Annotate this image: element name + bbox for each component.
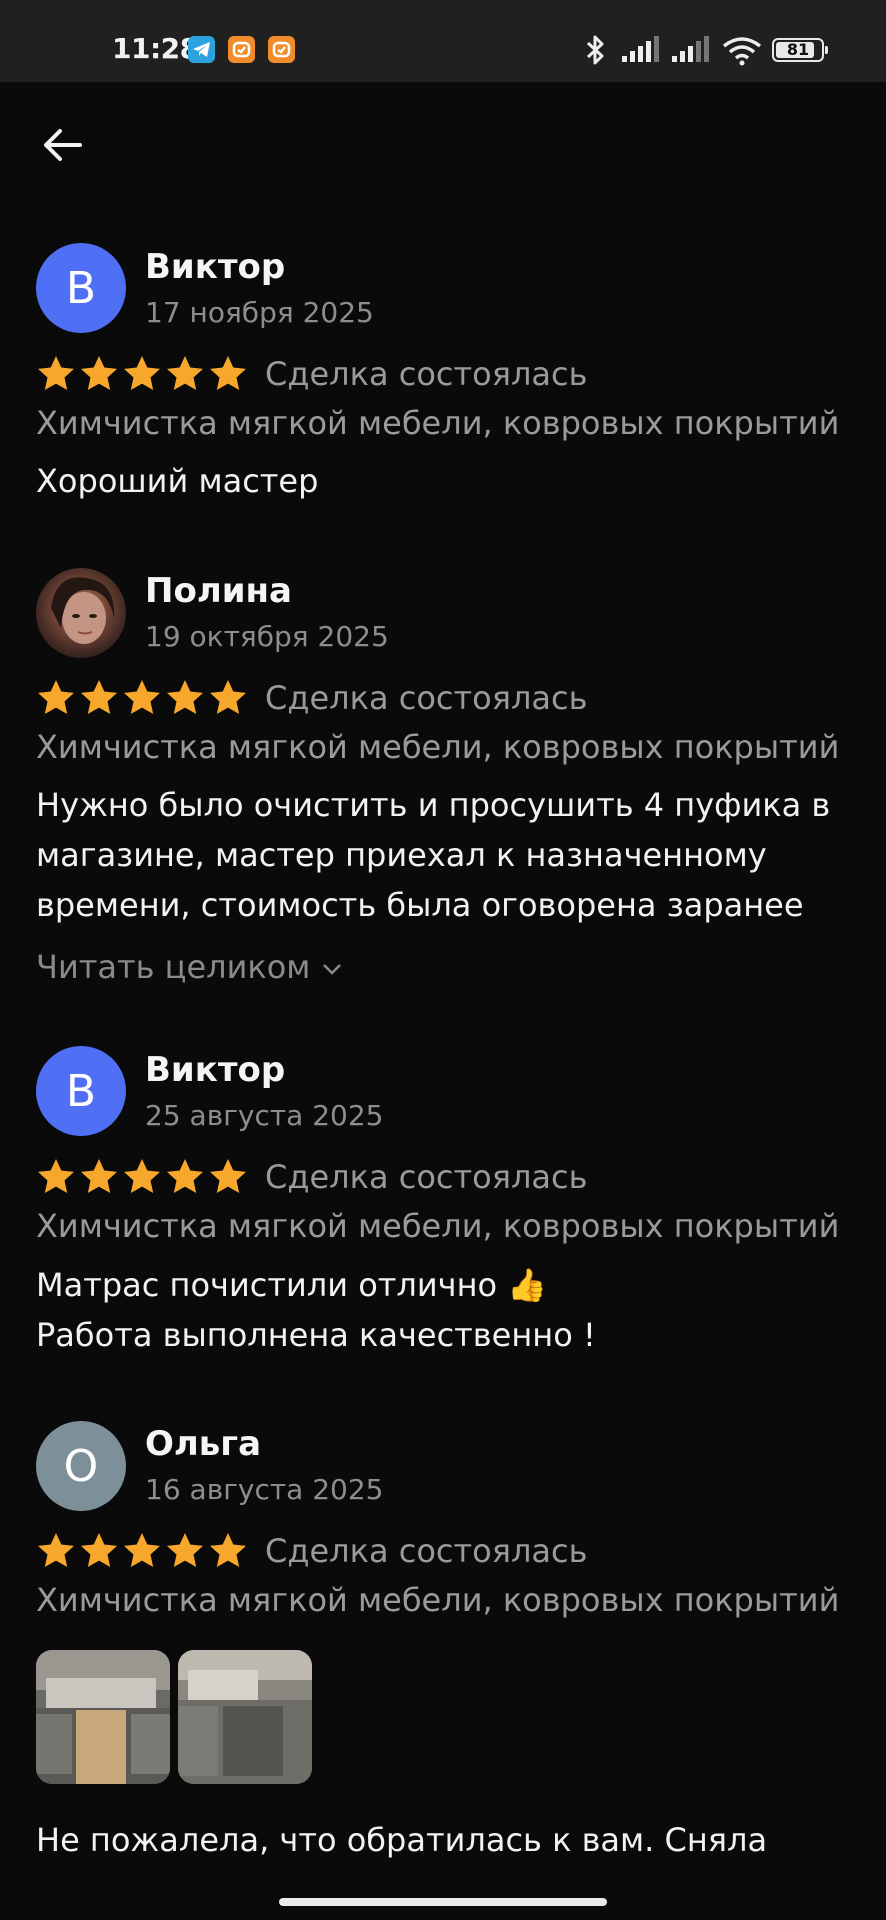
avatar-initial: О bbox=[63, 1440, 99, 1492]
review-text-line: Не пожалела, что обратилась к вам. Сняла bbox=[36, 1821, 768, 1859]
avatar[interactable]: В bbox=[36, 1046, 126, 1136]
star-icon bbox=[167, 356, 203, 390]
wifi-icon bbox=[722, 37, 762, 66]
bluetooth-icon bbox=[586, 35, 604, 65]
star-icon bbox=[38, 680, 74, 714]
star-icon bbox=[38, 1533, 74, 1567]
star-icon bbox=[210, 356, 246, 390]
notification-icon bbox=[268, 36, 295, 63]
review-text: Не пожалела, что обратилась к вам. Сняла bbox=[36, 1815, 836, 1865]
service-category: Химчистка мягкой мебели, ковровых покрыт… bbox=[36, 1207, 840, 1245]
notification-icon bbox=[228, 36, 255, 63]
home-indicator[interactable] bbox=[279, 1898, 607, 1906]
star-icon bbox=[210, 1533, 246, 1567]
review-date: 25 августа 2025 bbox=[145, 1099, 384, 1132]
star-icon bbox=[81, 680, 117, 714]
signal-icon bbox=[622, 36, 659, 62]
signal-icon bbox=[672, 36, 709, 62]
star-icon bbox=[167, 680, 203, 714]
review-text-line: магазине, мастер приехал к назначенному bbox=[36, 836, 767, 874]
chevron-down-icon bbox=[322, 964, 341, 975]
reviewer-name[interactable]: Ольга bbox=[145, 1424, 261, 1464]
avatar[interactable] bbox=[36, 568, 126, 658]
bottom-fade bbox=[0, 1870, 886, 1920]
battery-icon: 81 bbox=[772, 38, 828, 62]
read-more-label: Читать целиком bbox=[36, 948, 311, 986]
review-text-line: Матрас почистили отлично 👍 bbox=[36, 1266, 548, 1304]
review-date: 16 августа 2025 bbox=[145, 1473, 384, 1506]
deal-status: Сделка состоялась bbox=[265, 1532, 588, 1570]
reviewer-name[interactable]: Полина bbox=[145, 571, 292, 611]
star-icon bbox=[210, 1159, 246, 1193]
battery-level: 81 bbox=[786, 40, 810, 59]
review-text-line: Работа выполнена качественно ! bbox=[36, 1316, 596, 1354]
star-icon bbox=[167, 1159, 203, 1193]
avatar[interactable]: О bbox=[36, 1421, 126, 1511]
deal-status: Сделка состоялась bbox=[265, 679, 588, 717]
rating-stars bbox=[36, 354, 251, 394]
review-text: Хороший мастер bbox=[36, 462, 319, 500]
avatar[interactable]: В bbox=[36, 243, 126, 333]
telegram-icon bbox=[188, 36, 215, 63]
review-text: Матрас почистили отлично 👍 Работа выполн… bbox=[36, 1260, 836, 1360]
star-icon bbox=[124, 680, 160, 714]
star-icon bbox=[167, 1533, 203, 1567]
deal-status: Сделка состоялась bbox=[265, 355, 588, 393]
star-icon bbox=[81, 1533, 117, 1567]
reviewer-name[interactable]: Виктор bbox=[145, 1050, 285, 1090]
star-icon bbox=[38, 1159, 74, 1193]
service-category: Химчистка мягкой мебели, ковровых покрыт… bbox=[36, 404, 840, 442]
rating-stars bbox=[36, 1157, 251, 1197]
review-date: 19 октября 2025 bbox=[145, 620, 389, 653]
star-icon bbox=[124, 1159, 160, 1193]
review-text-line: Нужно было очистить и просушить 4 пуфика… bbox=[36, 786, 831, 824]
reviewer-name[interactable]: Виктор bbox=[145, 247, 285, 287]
review-photo-thumbnail[interactable] bbox=[178, 1650, 312, 1784]
star-icon bbox=[210, 680, 246, 714]
read-more-link[interactable]: Читать целиком bbox=[36, 948, 343, 986]
rating-stars bbox=[36, 678, 251, 718]
status-time: 11:28 bbox=[112, 32, 199, 65]
star-icon bbox=[38, 356, 74, 390]
status-bar: 11:28 81 bbox=[0, 0, 886, 82]
star-icon bbox=[124, 1533, 160, 1567]
review-date: 17 ноября 2025 bbox=[145, 296, 374, 329]
star-icon bbox=[124, 356, 160, 390]
back-arrow-icon[interactable] bbox=[40, 122, 86, 168]
avatar-initial: В bbox=[65, 262, 97, 314]
star-icon bbox=[81, 356, 117, 390]
avatar-initial: В bbox=[65, 1065, 97, 1117]
service-category: Химчистка мягкой мебели, ковровых покрыт… bbox=[36, 728, 840, 766]
review-text: Нужно было очистить и просушить 4 пуфика… bbox=[36, 780, 836, 930]
service-category: Химчистка мягкой мебели, ковровых покрыт… bbox=[36, 1581, 840, 1619]
rating-stars bbox=[36, 1531, 251, 1571]
review-text-line: времени, стоимость была оговорена заране… bbox=[36, 886, 804, 924]
star-icon bbox=[81, 1159, 117, 1193]
deal-status: Сделка состоялась bbox=[265, 1158, 588, 1196]
review-photo-thumbnail[interactable] bbox=[36, 1650, 170, 1784]
